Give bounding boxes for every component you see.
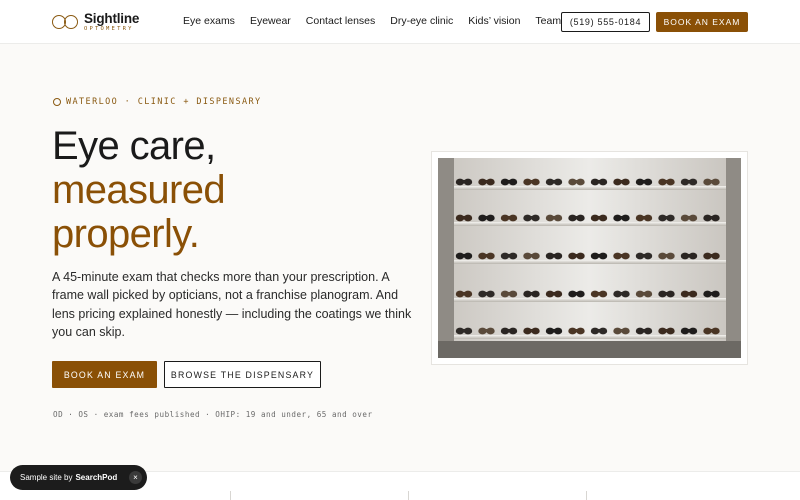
nav-team[interactable]: Team [535,15,561,27]
site-header: Sightline OPTOMETRY Eye exams Eyewear Co… [0,0,800,44]
nav-eye-exams[interactable]: Eye exams [183,15,235,27]
hero-eyebrow: WATERLOO · CLINIC + DISPENSARY [53,97,262,107]
nav-contact-lenses[interactable]: Contact lenses [306,15,375,27]
header-book-exam-button[interactable]: BOOK AN EXAM [656,12,748,32]
hero-image-frame [431,151,748,365]
feature-divider [586,491,587,500]
feature-divider [408,491,409,500]
hero-headline: Eye care, measured properly. [52,124,226,256]
brand-tagline: OPTOMETRY [84,26,134,32]
browse-dispensary-button[interactable]: BROWSE THE DISPENSARY [164,361,321,388]
sample-site-toast: Sample site by SearchPod × [10,465,147,490]
phone-button[interactable]: (519) 555-0184 [561,12,650,32]
brand-name: Sightline [84,10,140,26]
feature-divider [230,491,231,500]
book-exam-button[interactable]: BOOK AN EXAM [52,361,157,388]
circle-icon [53,98,61,106]
headline-line-3: properly. [52,212,200,256]
toast-prefix: Sample site by [20,473,73,482]
headline-line-1: Eye care, [52,124,216,168]
toast-brand-link[interactable]: SearchPod [75,473,117,482]
exam-fees-note: OD · OS · exam fees published · OHIP: 19… [53,410,373,419]
nav-dry-eye-clinic[interactable]: Dry-eye clinic [390,15,453,27]
brand-logo[interactable]: Sightline OPTOMETRY [52,10,139,34]
nav-kids-vision[interactable]: Kids’ vision [468,15,520,27]
headline-line-2: measured [52,168,226,212]
eyebrow-text: WATERLOO · CLINIC + DISPENSARY [66,97,262,107]
nav-eyewear[interactable]: Eyewear [250,15,291,27]
main-nav: Eye exams Eyewear Contact lenses Dry-eye… [183,15,561,27]
hero-description: A 45-minute exam that checks more than y… [52,270,412,339]
eyewear-display-image [438,158,741,358]
glasses-icon [52,15,78,29]
close-icon[interactable]: × [129,471,142,484]
